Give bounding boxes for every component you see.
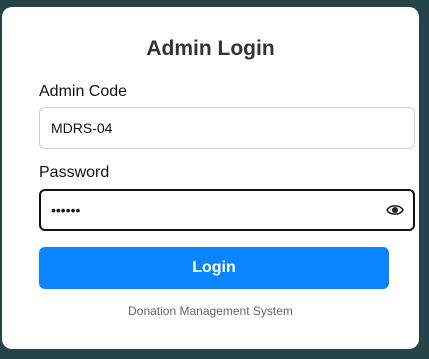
password-label: Password xyxy=(39,164,110,181)
page-title: Admin Login xyxy=(146,37,275,60)
admin-code-field[interactable]: MDRS-04 xyxy=(39,107,415,149)
footer-text: Donation Management System xyxy=(128,304,293,318)
admin-code-value[interactable]: MDRS-04 xyxy=(51,108,112,148)
login-button[interactable]: Login xyxy=(39,247,389,289)
admin-code-label: Admin Code xyxy=(39,83,128,100)
login-card: Admin Login Admin Code MDRS-04 Password … xyxy=(2,7,419,349)
password-field[interactable]: •••••• xyxy=(39,189,415,231)
password-value[interactable]: •••••• xyxy=(51,191,80,229)
eye-icon[interactable] xyxy=(385,200,405,220)
